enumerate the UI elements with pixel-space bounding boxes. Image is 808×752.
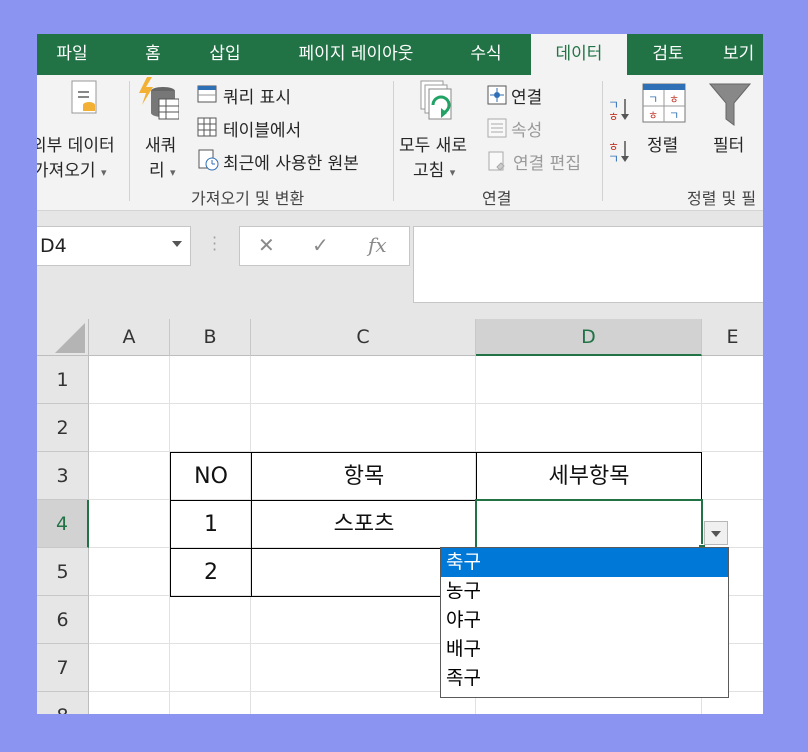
refresh-all-label-1: 모두 새로 xyxy=(399,136,467,156)
tab-file[interactable]: 파일 xyxy=(37,34,107,75)
properties-label: 속성 xyxy=(511,121,543,141)
select-all-icon xyxy=(55,323,85,353)
group-separator xyxy=(602,81,603,201)
column-header-a[interactable]: A xyxy=(89,319,170,356)
dropdown-option[interactable]: 배구 xyxy=(441,635,728,664)
column-header-b[interactable]: B xyxy=(170,319,251,356)
cell-b5[interactable]: 2 xyxy=(171,549,251,596)
formula-buttons: ✕ ✓ fx xyxy=(239,226,410,266)
sort-dialog-icon: ㄱ ㅎ ㅎ ㄱ xyxy=(642,83,686,123)
properties-icon xyxy=(487,118,507,138)
cell-b3[interactable]: NO xyxy=(171,453,251,500)
dropdown-option[interactable]: 족구 xyxy=(441,664,728,693)
chevron-down-icon xyxy=(711,531,721,537)
tab-view[interactable]: 보기 xyxy=(723,34,763,75)
name-box[interactable]: D4 xyxy=(37,226,191,266)
new-query-label-2: 리 ▾ xyxy=(149,161,176,181)
cell-c3[interactable]: 항목 xyxy=(252,453,476,500)
row-header-2[interactable]: 2 xyxy=(37,404,89,452)
dropdown-option[interactable]: 농구 xyxy=(441,577,728,606)
tab-home[interactable]: 홈 xyxy=(133,34,173,75)
svg-text:ㄱ: ㄱ xyxy=(608,152,619,165)
svg-text:ㅎ: ㅎ xyxy=(648,109,658,122)
formula-input[interactable] xyxy=(413,226,763,303)
show-query-label: 쿼리 표시 xyxy=(223,88,291,108)
sort-label: 정렬 xyxy=(647,136,679,156)
connections-icon xyxy=(487,85,507,105)
ribbon: 외부 데이터 가져오기 ▾ 새쿼 리 ▾ 쿼리 표시 테이블에서 최근에 사용한… xyxy=(37,75,763,211)
svg-text:ㄱ: ㄱ xyxy=(648,93,658,106)
filter-label: 필터 xyxy=(713,136,745,156)
cell-b4[interactable]: 1 xyxy=(171,501,251,548)
name-box-value: D4 xyxy=(40,235,67,257)
row-header-5[interactable]: 5 xyxy=(37,548,89,596)
cancel-icon[interactable]: ✕ xyxy=(258,233,275,257)
table-border xyxy=(701,452,702,501)
edit-links-icon xyxy=(488,151,505,171)
chevron-down-icon[interactable] xyxy=(172,241,182,247)
table-icon xyxy=(197,117,217,137)
selected-cell-outline xyxy=(475,499,703,549)
row-header-4[interactable]: 4 xyxy=(37,500,89,548)
get-external-label-1: 외부 데이터 xyxy=(37,136,115,156)
new-query-label-1: 새쿼 xyxy=(145,136,177,156)
edit-links-label: 연결 편집 xyxy=(513,154,581,174)
dropdown-option[interactable]: 야구 xyxy=(441,606,728,635)
select-all-corner[interactable] xyxy=(37,319,89,356)
recent-sources-label: 최근에 사용한 원본 xyxy=(223,154,359,174)
row-header-3[interactable]: 3 xyxy=(37,452,89,500)
refresh-all-icon xyxy=(420,80,452,120)
tab-formulas[interactable]: 수식 xyxy=(461,34,511,75)
validation-dropdown-list: 축구 농구 야구 배구 족구 xyxy=(440,547,729,698)
tab-review[interactable]: 검토 xyxy=(643,34,693,75)
recent-sources-icon xyxy=(198,149,219,171)
column-header-c[interactable]: C xyxy=(251,319,476,356)
group-separator xyxy=(393,81,394,201)
row-header-1[interactable]: 1 xyxy=(37,356,89,404)
enter-icon[interactable]: ✓ xyxy=(312,233,329,257)
from-table-label: 테이블에서 xyxy=(223,121,302,141)
row-header-8[interactable]: 8 xyxy=(37,692,89,714)
svg-text:ㅎ: ㅎ xyxy=(608,110,619,123)
connections-label: 연결 xyxy=(511,88,543,108)
new-query-icon xyxy=(139,77,179,120)
validation-dropdown-button[interactable] xyxy=(704,521,728,545)
svg-text:ㅎ: ㅎ xyxy=(669,93,679,106)
formula-bar: D4 · · · ✕ ✓ fx xyxy=(37,211,763,319)
row-header-6[interactable]: 6 xyxy=(37,596,89,644)
worksheet-grid: A B C D E 1 2 3 4 5 6 7 8 NO xyxy=(37,319,763,714)
sort-ascending-icon: ㄱ ㅎ xyxy=(608,98,629,123)
filter-icon xyxy=(709,83,751,126)
insert-function-icon[interactable]: fx xyxy=(368,233,387,257)
gridline xyxy=(89,403,763,404)
cell-d3[interactable]: 세부항목 xyxy=(477,453,701,500)
group-separator xyxy=(129,81,130,201)
tab-insert[interactable]: 삽입 xyxy=(197,34,253,75)
cell-c4[interactable]: 스포츠 xyxy=(252,501,476,548)
group-label-get-transform: 가져오기 및 변환 xyxy=(191,189,305,208)
document-database-icon xyxy=(71,80,97,114)
column-header-e[interactable]: E xyxy=(702,319,763,356)
excel-window: 파일 홈 삽입 페이지 레이아웃 수식 데이터 검토 보기 외부 데이터 가져오… xyxy=(37,34,763,714)
group-label-connections: 연결 xyxy=(482,189,512,208)
tab-page-layout[interactable]: 페이지 레이아웃 xyxy=(282,34,430,75)
svg-text:ㄱ: ㄱ xyxy=(669,109,679,122)
ribbon-tab-bar: 파일 홈 삽입 페이지 레이아웃 수식 데이터 검토 보기 xyxy=(37,34,763,75)
table-border xyxy=(170,596,476,597)
row-header-7[interactable]: 7 xyxy=(37,644,89,692)
show-query-icon xyxy=(197,85,217,103)
sort-descending-icon: ㅎ ㄱ xyxy=(608,140,629,165)
get-external-label-2: 가져오기 ▾ xyxy=(37,161,107,181)
dropdown-option[interactable]: 축구 xyxy=(441,548,728,577)
column-header-d[interactable]: D xyxy=(476,319,702,356)
drag-handle-icon[interactable]: · · · xyxy=(212,230,217,258)
refresh-all-label-2: 고침 ▾ xyxy=(413,161,456,181)
tab-data[interactable]: 데이터 xyxy=(531,34,627,75)
group-label-sort-filter: 정렬 및 필 xyxy=(687,189,757,208)
